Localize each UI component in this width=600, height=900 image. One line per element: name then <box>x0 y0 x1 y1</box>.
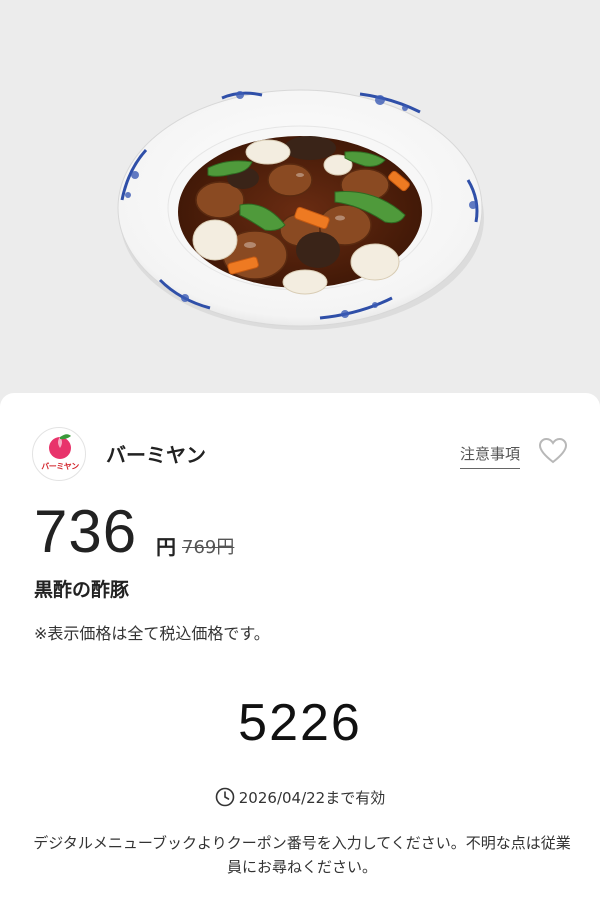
brand-name: バーミヤン <box>106 443 206 467</box>
tax-note: ※表示価格は全て税込価格です。 <box>34 624 270 643</box>
discount-price: 736 <box>34 498 138 565</box>
heart-outline-icon[interactable] <box>538 437 568 465</box>
coupon-card: バーミヤン バーミヤン 注意事項 736 円 769円 黒酢の酢豚 ※表示価格は… <box>0 393 600 900</box>
brand-logo: バーミヤン <box>32 427 86 481</box>
brand-header: バーミヤン バーミヤン 注意事項 <box>32 427 572 483</box>
peach-logo-icon <box>49 434 71 459</box>
logo-wordmark: バーミヤン <box>41 462 79 471</box>
dish-illustration <box>117 89 484 330</box>
clock-icon <box>215 787 235 807</box>
price-unit: 円 <box>156 535 176 559</box>
original-price: 769円 <box>182 537 235 558</box>
product-image <box>0 0 600 410</box>
price-row: 736 円 769円 <box>34 497 554 567</box>
coupon-code: 5226 <box>238 694 362 752</box>
coupon-instructions: デジタルメニューブックよりクーポン番号を入力してください。不明な点は従業員にお尋… <box>33 834 571 876</box>
valid-until-text: 2026/04/22まで有効 <box>238 789 386 807</box>
notice-link[interactable]: 注意事項 <box>459 443 520 469</box>
item-name: 黒酢の酢豚 <box>34 579 130 601</box>
validity: 2026/04/22まで有効 <box>0 787 600 808</box>
